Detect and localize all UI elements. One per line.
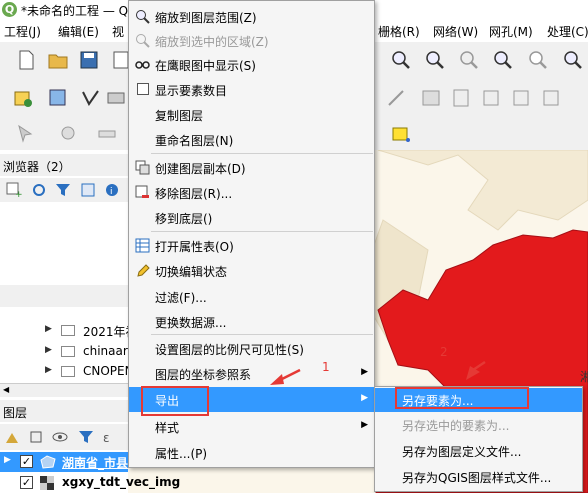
- annotation-arrows: [270, 360, 486, 385]
- step-1-label: 1: [322, 360, 330, 374]
